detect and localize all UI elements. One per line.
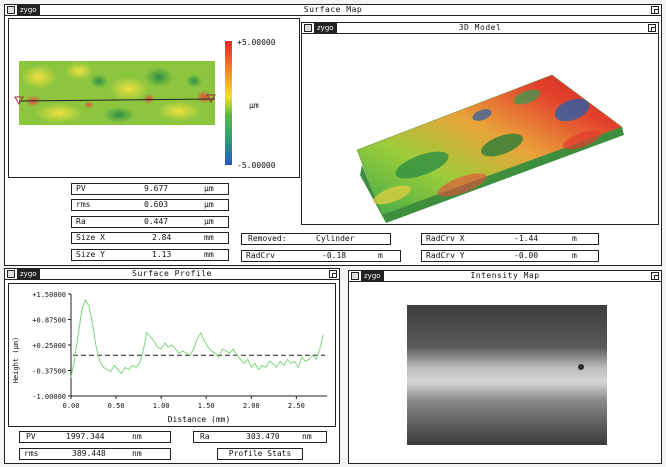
x-tick-label: 0.50 xyxy=(108,402,125,410)
scale-max-label: +5.00000 xyxy=(237,38,276,47)
surface-map-titlebar[interactable]: zygo Surface Map xyxy=(5,5,661,16)
profile-plot-panel: +1.50000 +0.87500 +0.25000 -0.37500 -1.00000… xyxy=(8,283,336,427)
surface-map-window: zygo Surface Map +5.00000 µm -5.00000 zy… xyxy=(4,4,662,266)
profile-series-line xyxy=(70,298,324,378)
x-tick-label: 0.00 xyxy=(63,402,80,410)
profile-stat-pv: PV 1997.344 nm xyxy=(19,431,171,443)
profile-stats-button[interactable]: Profile Stats xyxy=(217,448,303,460)
scale-min-label: -5.00000 xyxy=(237,161,276,170)
profile-chart[interactable]: +1.50000 +0.87500 +0.25000 -0.37500 -1.00000… xyxy=(9,284,335,426)
intensity-map-titlebar[interactable]: zygo Intensity Map xyxy=(349,271,661,282)
surface-profile-title: Surface Profile xyxy=(132,269,212,278)
stat-radcrv: RadCrv -0.18 m xyxy=(241,250,401,262)
stat-removed: Removed: Cylinder xyxy=(241,233,391,245)
stat-ra: Ra 0.447 µm xyxy=(71,216,229,228)
resize-icon[interactable] xyxy=(651,6,659,14)
x-tick-label: 2.50 xyxy=(288,402,305,410)
surface-profile-titlebar[interactable]: zygo Surface Profile xyxy=(5,269,339,280)
stat-size-y: Size Y 1.13 mm xyxy=(71,249,229,261)
stat-pv: PV 9.677 µm xyxy=(71,183,229,195)
intensity-map-image[interactable] xyxy=(407,305,607,445)
scale-unit-label: µm xyxy=(249,101,259,110)
surface-map-panel: +5.00000 µm -5.00000 xyxy=(8,18,300,178)
resize-icon[interactable] xyxy=(651,272,659,280)
y-tick-label: +0.25000 xyxy=(32,342,66,350)
y-tick-label: +1.50000 xyxy=(32,291,66,299)
resize-icon[interactable] xyxy=(329,270,337,278)
window-title: Surface Map xyxy=(303,5,363,14)
profile-stat-rms: rms 389.448 nm xyxy=(19,448,171,460)
intensity-map-title: Intensity Map xyxy=(470,271,540,280)
stat-rms: rms 0.603 µm xyxy=(71,199,229,211)
profile-stat-ra: Ra 303.470 nm xyxy=(193,431,327,443)
resize-icon[interactable] xyxy=(648,24,656,32)
stat-radcrv-x: RadCrv X -1.44 m xyxy=(421,233,599,245)
intensity-map-window: zygo Intensity Map xyxy=(348,270,662,464)
model-3d-window: zygo 3D Model xyxy=(301,22,659,225)
model-3d-titlebar[interactable]: zygo 3D Model xyxy=(302,23,658,34)
x-tick-label: 1.50 xyxy=(198,402,215,410)
y-tick-label: -0.37500 xyxy=(32,368,66,376)
y-axis-label: Height (µm) xyxy=(12,337,20,383)
stat-radcrv-y: RadCrv Y -0.00 m xyxy=(421,250,599,262)
x-axis-label: Distance (mm) xyxy=(168,415,231,424)
model-3d-image[interactable] xyxy=(302,35,658,225)
chart-axes xyxy=(70,294,327,397)
y-tick-label: +0.87500 xyxy=(32,317,66,325)
x-tick-label: 1.00 xyxy=(153,402,170,410)
x-tick-label: 2.00 xyxy=(243,402,260,410)
surface-profile-window: zygo Surface Profile +1.50000 +0.87500 +0.… xyxy=(4,268,340,464)
y-tick-label: -1.00000 xyxy=(32,393,66,401)
stat-size-x: Size X 2.84 mm xyxy=(71,232,229,244)
model-3d-title: 3D Model xyxy=(458,23,502,32)
